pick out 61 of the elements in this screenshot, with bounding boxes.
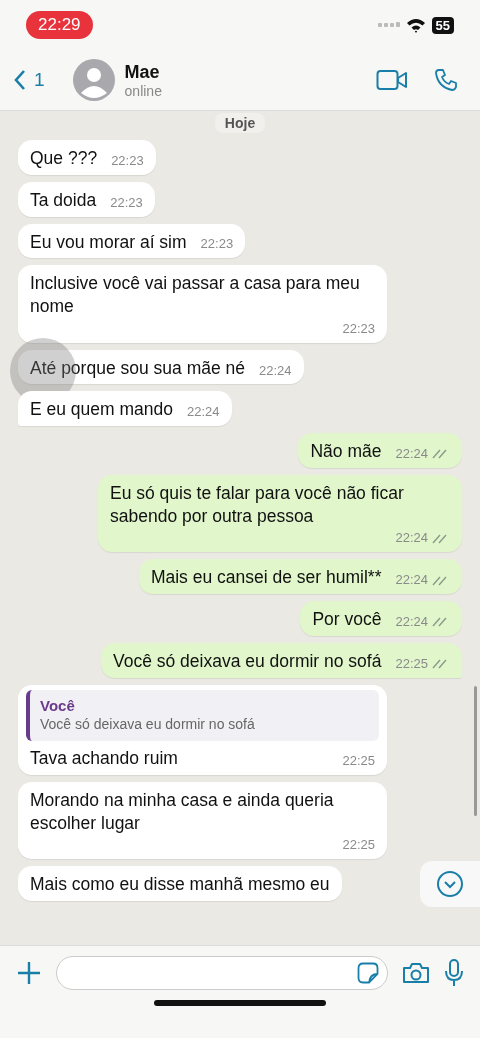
message-time: 22:24 bbox=[187, 404, 220, 422]
chevron-left-icon bbox=[14, 69, 26, 91]
message-bubble[interactable]: Ta doida 22:23 bbox=[18, 181, 155, 217]
status-time: 22:29 bbox=[26, 11, 93, 39]
message-bubble[interactable]: Até porque sou sua mãe né 22:24 bbox=[18, 349, 304, 385]
camera-icon[interactable] bbox=[402, 962, 430, 984]
plus-icon[interactable] bbox=[16, 960, 42, 986]
message-text: Até porque sou sua mãe né bbox=[30, 356, 245, 380]
message-time: 22:24 bbox=[395, 446, 428, 463]
message-bubble[interactable]: E eu quem mando 22:24 bbox=[18, 391, 232, 427]
message-text: E eu quem mando bbox=[30, 398, 173, 422]
quote-text: Você só deixava eu dormir no sofá bbox=[40, 715, 256, 734]
message-text: Inclusive você vai passar a casa para meu nome bbox=[30, 272, 361, 318]
message-bubble[interactable]: Mais eu cansei de ser humil** 22:24 bbox=[138, 559, 462, 595]
message-text: Mais eu cansei de ser humil** bbox=[150, 566, 382, 590]
date-chip: Hoje bbox=[214, 113, 266, 133]
message-text: Morando na minha casa e ainda queria escolher lugar bbox=[30, 788, 335, 835]
microphone-icon[interactable] bbox=[444, 959, 464, 987]
message-bubble[interactable]: Não mãe 22:24 bbox=[298, 433, 462, 468]
message-text: Ta doida bbox=[30, 188, 97, 212]
message-bubble[interactable]: Que ??? 22:23 bbox=[18, 140, 156, 175]
message-text: Eu vou morar aí sim bbox=[30, 230, 187, 254]
message-bubble[interactable]: Por você 22:24 bbox=[300, 601, 462, 636]
message-time: 22:24 bbox=[259, 362, 292, 380]
message-time: 22:25 bbox=[342, 753, 375, 770]
message-time: 22:24 bbox=[395, 613, 428, 631]
wifi-icon bbox=[405, 17, 426, 33]
message-bubble[interactable]: Inclusive você vai passar a casa para meu nome 22:23 bbox=[18, 265, 387, 343]
message-time: 22:23 bbox=[342, 320, 375, 338]
message-text: Mais como eu disse manhã mesmo eu bbox=[30, 873, 330, 897]
message-time: 22:23 bbox=[110, 194, 143, 212]
contact-name[interactable]: Mae bbox=[124, 61, 358, 83]
message-time: 22:25 bbox=[342, 837, 375, 855]
message-time: 22:23 bbox=[200, 236, 234, 254]
message-time: 22:25 bbox=[395, 655, 428, 673]
contact-status: online bbox=[124, 82, 163, 99]
scroll-down-button[interactable] bbox=[420, 861, 480, 907]
message-time: 22:23 bbox=[111, 152, 144, 170]
avatar-icon[interactable] bbox=[72, 59, 115, 101]
message-time: 22:24 bbox=[395, 530, 428, 548]
quote-author: Você bbox=[40, 695, 76, 716]
chevron-down-icon bbox=[436, 870, 464, 898]
message-text: Não mãe bbox=[310, 440, 382, 463]
message-text: Que ??? bbox=[30, 147, 98, 170]
message-input[interactable] bbox=[56, 956, 388, 990]
message-text: Por você bbox=[312, 608, 382, 631]
message-bubble[interactable]: Eu vou morar aí sim 22:23 bbox=[18, 223, 246, 259]
message-text: Você só deixava eu dormir no sofá bbox=[112, 649, 382, 673]
message-time: 22:24 bbox=[395, 572, 428, 590]
back-button[interactable]: 1 bbox=[14, 69, 45, 91]
signal-icon bbox=[377, 22, 400, 28]
battery-level: 55 bbox=[431, 16, 454, 34]
message-bubble[interactable]: Eu só quis te falar para você não ficar sabendo por outra pessoa 22:24 bbox=[98, 474, 462, 553]
message-text: Tava achando ruim bbox=[30, 747, 178, 770]
reply-quote[interactable]: Você Você só deixava eu dormir no sofá bbox=[26, 689, 379, 742]
sticker-icon[interactable] bbox=[357, 962, 379, 984]
message-bubble[interactable]: Mais como eu disse manhã mesmo eu bbox=[18, 866, 342, 902]
message-bubble[interactable]: Morando na minha casa e ainda queria escolher lugar 22:25 bbox=[18, 781, 387, 860]
message-bubble[interactable]: Você Você só deixava eu dormir no sofá Tava achando ruim 22:25 bbox=[18, 684, 387, 775]
message-text: Eu só quis te falar para você não ficar sabendo por outra pessoa bbox=[110, 481, 405, 528]
message-bubble[interactable]: Você só deixava eu dormir no sofá 22:25 bbox=[100, 642, 462, 678]
